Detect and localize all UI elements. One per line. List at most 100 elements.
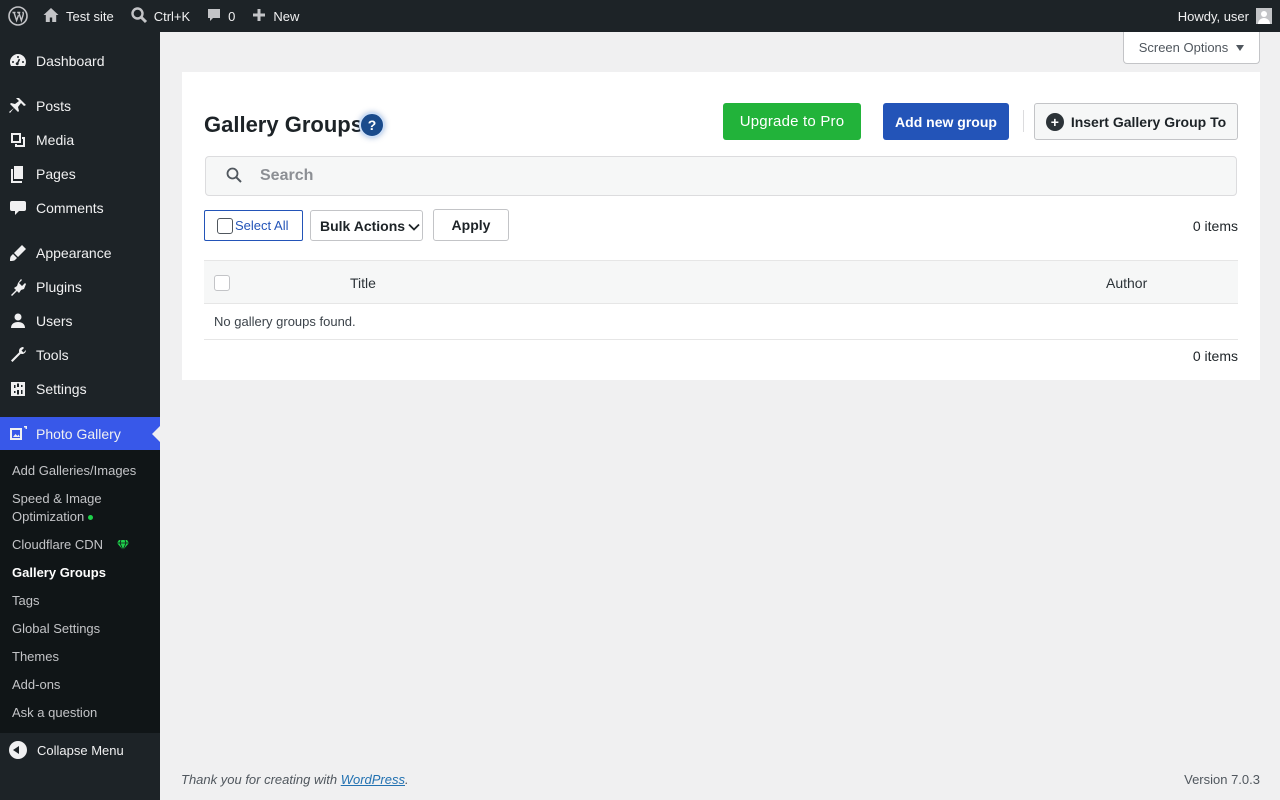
comments-link[interactable]: 0 [198, 0, 243, 32]
column-title[interactable]: Title [350, 275, 376, 291]
submenu-item-global-settings[interactable]: Global Settings [12, 620, 100, 638]
submenu-item-label: Speed & Image [12, 491, 102, 506]
submenu-item-themes[interactable]: Themes [12, 648, 59, 666]
select-all-checkbox[interactable] [217, 217, 233, 234]
add-new-group-button[interactable]: Add new group [883, 103, 1009, 140]
settings-icon [0, 379, 36, 399]
bulk-actions-label: Bulk Actions [320, 217, 406, 234]
comment-icon [0, 198, 36, 218]
pin-icon [0, 96, 36, 116]
sidebar-item-pages[interactable]: Pages [0, 157, 160, 191]
admin-bar: Test site Ctrl+K 0 New Howdy, user [0, 0, 1280, 32]
new-content-link[interactable]: New [243, 0, 307, 32]
sidebar-item-appearance[interactable]: Appearance [0, 236, 160, 270]
collapse-arrow-icon [9, 741, 27, 759]
apply-button[interactable]: Apply [433, 209, 509, 241]
search-bar [205, 156, 1237, 196]
sidebar-item-photo-gallery[interactable]: Photo Gallery [0, 417, 160, 451]
submenu-item-speed-optimization[interactable]: Speed & Image Optimization [12, 490, 102, 526]
search-shortcut: Ctrl+K [153, 8, 191, 24]
sidebar-item-label: Tools [36, 347, 69, 363]
search-icon [226, 167, 242, 186]
caret-down-icon [1236, 44, 1245, 51]
footer-thanks-prefix: Thank you for creating with [181, 772, 341, 787]
sidebar-item-label: Pages [36, 166, 76, 182]
select-all-label: Select All [235, 218, 289, 233]
insert-gallery-group-label: Insert Gallery Group To [1070, 113, 1227, 130]
media-icon [0, 130, 36, 150]
sidebar-item-media[interactable]: Media [0, 123, 160, 157]
wrench-icon [0, 345, 36, 365]
status-dot [88, 515, 94, 521]
sidebar-item-settings[interactable]: Settings [0, 372, 160, 406]
sidebar-item-label: Dashboard [36, 53, 105, 69]
submenu-item-ask-question[interactable]: Ask a question [12, 704, 97, 722]
empty-message: No gallery groups found. [214, 314, 356, 329]
submenu-item-gallery-groups[interactable]: Gallery Groups [12, 564, 106, 582]
sidebar-item-label: Media [36, 132, 75, 148]
table-row: No gallery groups found. [204, 304, 1238, 340]
gallery-groups-table: Title Author No gallery groups found. [204, 260, 1238, 340]
sidebar-item-label: Plugins [36, 279, 82, 295]
submenu-item-add-ons[interactable]: Add-ons [12, 676, 60, 694]
home-icon [42, 6, 60, 27]
plus-icon [251, 7, 267, 26]
submenu-item-label: Cloudflare CDN [12, 537, 104, 552]
sidebar-item-label: Users [36, 313, 73, 329]
site-name: Test site [66, 8, 114, 24]
footer-thanks-suffix: . [405, 772, 409, 787]
sidebar-item-label: Appearance [36, 245, 112, 261]
help-button[interactable]: ? [359, 112, 385, 138]
sidebar-item-users[interactable]: Users [0, 304, 160, 338]
site-name-link[interactable]: Test site [34, 0, 122, 32]
sidebar-item-plugins[interactable]: Plugins [0, 270, 160, 304]
upgrade-to-pro-button[interactable]: Upgrade to Pro [723, 103, 861, 140]
submenu-item-cloudflare-cdn[interactable]: Cloudflare CDN [12, 536, 129, 555]
chevron-down-icon [408, 218, 420, 234]
comment-icon [206, 7, 222, 26]
divider [1023, 110, 1024, 132]
bulk-actions-select[interactable]: Bulk Actions [310, 210, 423, 241]
sidebar-item-label: Settings [36, 381, 87, 397]
new-label: New [273, 8, 300, 24]
sidebar-item-label: Comments [36, 200, 104, 216]
brush-icon [0, 243, 36, 263]
comments-count: 0 [228, 8, 236, 24]
photo-gallery-submenu: Add Galleries/Images Speed & Image Optim… [0, 450, 160, 733]
sidebar-item-dashboard[interactable]: Dashboard [0, 44, 160, 78]
sidebar-item-label: Posts [36, 98, 72, 114]
submenu-item-label: Optimization [12, 509, 85, 524]
search-input[interactable] [260, 167, 1160, 185]
dashboard-icon [0, 51, 36, 71]
column-author: Author [1106, 275, 1148, 291]
sidebar-item-comments[interactable]: Comments [0, 191, 160, 225]
photo-gallery-icon [0, 424, 36, 444]
gallery-groups-panel: Gallery Groups ? Upgrade to Pro Add new … [182, 72, 1260, 380]
my-account-link[interactable]: Howdy, user [1170, 0, 1280, 32]
wordpress-logo-icon[interactable] [2, 0, 34, 32]
footer-thanks: Thank you for creating with WordPress. [181, 772, 409, 787]
wordpress-link[interactable]: WordPress [341, 772, 405, 787]
plugin-icon [0, 277, 36, 297]
page-title: Gallery Groups [204, 112, 363, 137]
select-all-button[interactable]: Select All [204, 210, 303, 241]
gem-icon [116, 537, 129, 555]
collapse-menu-button[interactable]: Collapse Menu [0, 733, 160, 767]
submenu-item-tags[interactable]: Tags [12, 592, 39, 610]
items-count-bottom: 0 items [1192, 348, 1238, 364]
sidebar-item-posts[interactable]: Posts [0, 89, 160, 123]
table-header: Title Author [204, 260, 1238, 304]
plus-circle-icon: + [1045, 112, 1064, 131]
avatar [1256, 8, 1272, 24]
pages-icon [0, 164, 36, 184]
submenu-item-add-galleries[interactable]: Add Galleries/Images [12, 462, 136, 480]
insert-gallery-group-button[interactable]: + Insert Gallery Group To [1034, 103, 1238, 140]
header-checkbox[interactable] [214, 275, 230, 291]
sidebar-item-tools[interactable]: Tools [0, 338, 160, 372]
screen-options-button[interactable]: Screen Options [1123, 32, 1260, 64]
items-count: 0 items [1192, 218, 1238, 234]
command-palette-link[interactable]: Ctrl+K [122, 0, 198, 32]
admin-sidebar: Dashboard Posts Media Pages Comments App… [0, 32, 160, 800]
greeting: Howdy, user [1177, 8, 1249, 24]
footer-version: Version 7.0.3 [1184, 772, 1260, 787]
